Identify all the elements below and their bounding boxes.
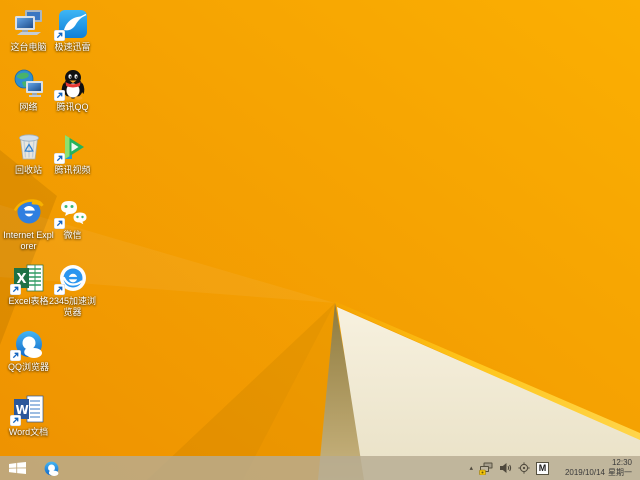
shortcut-arrow-icon xyxy=(9,284,21,295)
taskbar: ▴ M 12:30 2019/10/14 星期一 xyxy=(0,456,640,480)
tencent-video-icon xyxy=(53,131,89,164)
clock-date: 2019/10/14 xyxy=(564,468,605,477)
desktop: 这台电脑 极速迅雷 网络 腾讯QQ 回收站 腾讯视频 Internet Expl… xyxy=(0,0,640,480)
clock-weekday: 星期一 xyxy=(608,468,632,477)
desktop-icon-tencent-video[interactable]: 腾讯视频 xyxy=(45,129,100,176)
desktop-icon-qq-browser[interactable]: QQ浏览器 xyxy=(1,326,56,373)
desktop-icon-label: 腾讯视频 xyxy=(54,165,91,175)
shortcut-arrow-icon xyxy=(53,90,65,101)
network-icon xyxy=(13,68,45,100)
wechat-icon xyxy=(53,196,89,229)
desktop-icon-wechat[interactable]: 微信 xyxy=(45,194,100,241)
system-tray: ▴ M 12:30 2019/10/14 星期一 xyxy=(469,458,635,479)
desktop-icon-label: 腾讯QQ xyxy=(56,102,89,112)
recycle-bin-icon xyxy=(13,131,45,163)
desktop-icon-label: QQ浏览器 xyxy=(7,362,49,372)
desktop-icon-label: 这台电脑 xyxy=(10,42,47,52)
shortcut-arrow-icon xyxy=(9,350,21,361)
word-icon: W xyxy=(9,393,45,426)
clock-time: 12:30 xyxy=(611,457,632,467)
show-hidden-icons-button[interactable]: ▴ xyxy=(469,465,473,472)
network-warning-icon[interactable] xyxy=(479,462,493,475)
desktop-icon-2345-browser[interactable]: 2345加速浏览器 xyxy=(45,260,100,318)
xunlei-icon xyxy=(53,8,89,41)
qq-penguin-icon xyxy=(53,68,89,101)
internet-explorer-icon xyxy=(13,196,45,228)
qq-browser-icon xyxy=(9,328,45,361)
excel-icon: X xyxy=(9,262,45,295)
shortcut-arrow-icon xyxy=(53,218,65,229)
desktop-icon-label: 2345加速浏览器 xyxy=(48,296,97,317)
qq-browser-icon xyxy=(44,461,58,476)
shortcut-arrow-icon xyxy=(53,30,65,41)
taskbar-clock[interactable]: 12:30 2019/10/14 星期一 xyxy=(555,458,635,479)
desktop-icon-label: 微信 xyxy=(63,230,82,240)
this-pc-icon xyxy=(13,8,45,40)
desktop-icon-label: 网络 xyxy=(19,102,38,112)
safety-target-icon[interactable] xyxy=(518,462,530,474)
desktop-icon-word[interactable]: W Word文档 xyxy=(1,391,56,438)
shortcut-arrow-icon xyxy=(9,415,21,426)
desktop-icon-tencent-qq[interactable]: 腾讯QQ xyxy=(45,66,100,113)
shortcut-arrow-icon xyxy=(53,284,65,295)
volume-icon[interactable] xyxy=(499,462,512,474)
desktop-icon-label: Word文档 xyxy=(8,427,49,437)
input-method-indicator[interactable]: M xyxy=(536,461,549,475)
windows-flag-icon xyxy=(8,462,26,474)
start-button[interactable] xyxy=(5,459,29,477)
shortcut-arrow-icon xyxy=(53,153,65,164)
taskbar-pinned-qq-browser[interactable] xyxy=(41,458,61,478)
desktop-icon-label: 回收站 xyxy=(14,165,42,175)
desktop-icon-label: 极速迅雷 xyxy=(54,42,91,52)
2345-browser-icon xyxy=(53,262,89,295)
desktop-icon-label: Excel表格 xyxy=(8,296,49,306)
desktop-icon-xunlei[interactable]: 极速迅雷 xyxy=(45,6,100,53)
